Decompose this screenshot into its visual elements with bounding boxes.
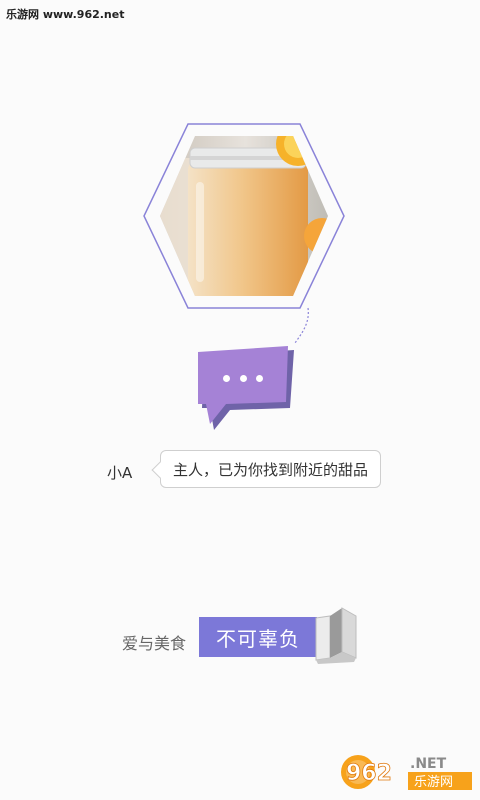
hero-illustration [130,118,362,438]
slogan-left: 爱与美食 [122,634,187,653]
slogan-highlight: 不可辜负 [199,617,317,657]
message-bubble: 主人，已为你找到附近的甜品 [160,450,382,488]
smoothie-photo [160,136,328,296]
brand-logo: 962 .NET 乐游网 [341,755,472,790]
sender-name: 小A [107,464,133,482]
connector-line [294,307,309,344]
open-book-icon [315,607,357,664]
logo-cn: 乐游网 [414,775,453,790]
logo-net: .NET [410,756,447,772]
ellipsis-icon [223,368,263,388]
top-watermark: 乐游网 www.962.net [6,8,125,21]
message-text: 主人，已为你找到附近的甜品 [173,460,369,479]
logo-number: 962 [346,761,392,786]
